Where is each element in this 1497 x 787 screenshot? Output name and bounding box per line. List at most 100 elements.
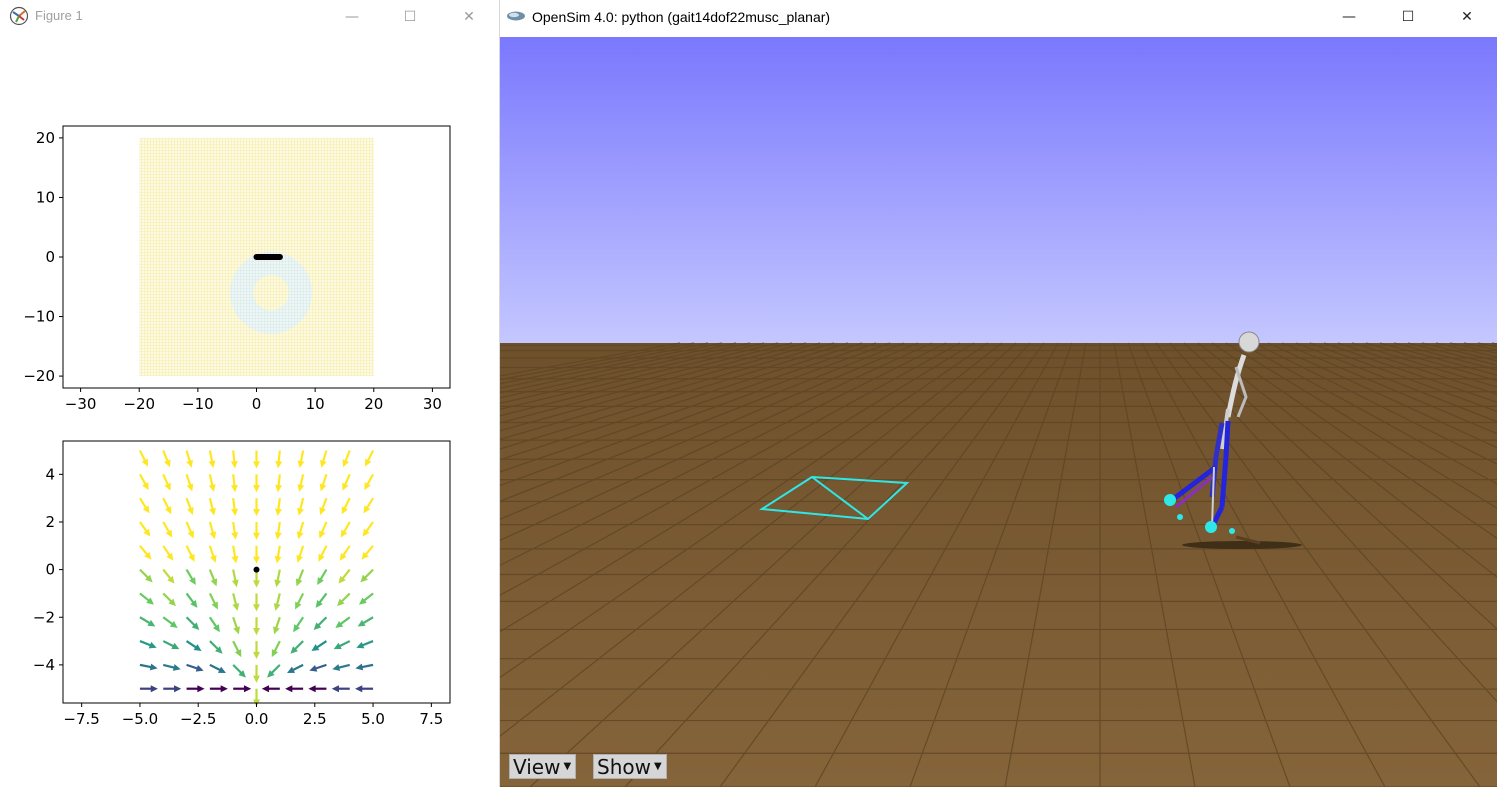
quiver-arrow [208,497,216,516]
quiver-arrow [208,521,217,540]
x-tick-label: 5.0 [361,710,385,728]
quiver-arrow [355,663,374,671]
quiver-arrow [253,593,260,612]
quiver-arrow [274,521,282,540]
quiver-arrow [274,569,282,588]
quiver-arrow [139,640,157,649]
quiver-arrows [138,450,375,707]
close-icon: ✕ [1461,9,1473,25]
quiver-arrow [342,473,351,491]
quiver-arrow [296,521,305,540]
quiver-arrow [185,497,194,516]
minimize-button[interactable]: — [1320,0,1378,34]
quiver-arrow [162,663,181,671]
quiver-arrow [162,473,171,491]
y-tick-label: −4 [33,656,55,674]
quiver-arrow [163,685,182,693]
quiver-arrow [185,545,195,562]
chevron-down-icon: ▼ [563,761,572,772]
y-tick-label: 20 [36,129,55,147]
y-tick-label: 0 [45,248,55,266]
x-tick-label: −5.0 [122,710,158,728]
quiver-arrow [295,569,305,587]
chart-top: −30 −20 −10 0 10 20 30 −20 −10 0 10 20 [23,125,451,413]
opensim-titlebar[interactable]: OpenSim 4.0: python (gait14dof22musc_pla… [500,0,1497,34]
figure-canvas: −30 −20 −10 0 10 20 30 −20−1001020 −7.5 −5.0 −2.… [23,125,451,728]
quiver-arrow [309,663,327,672]
quiver-arrow [139,497,150,514]
x-tick-label: 0.0 [245,710,269,728]
quiver-arrow [253,641,260,660]
sky [500,37,1497,343]
quiver-arrow [162,616,178,629]
quiver-arrow [185,521,195,539]
quiver-arrow [285,685,304,693]
quiver-arrow [311,640,328,652]
show-menu[interactable]: Show ▼ [593,754,667,779]
quiver-arrow [318,521,328,539]
quiver-arrow [275,450,283,469]
x-tick-label: 0 [252,395,262,413]
quiver-arrow [271,640,281,658]
quiver-arrow [362,521,374,537]
quiver-arrow [208,592,218,610]
quiver-arrow [297,474,305,492]
maximize-icon: ☐ [1401,9,1415,25]
x-axis-ticks-top: −30 −20 −10 0 10 20 30 [65,388,442,413]
quiver-arrow [139,663,158,671]
quiver-arrow [273,593,281,611]
quiver-arrow [253,521,260,540]
y-tick-label: 2 [45,513,55,531]
quiver-arrow [317,569,328,586]
chevron-down-icon: ▼ [653,761,662,772]
quiver-arrow [185,640,202,652]
3d-viewport[interactable] [500,37,1497,787]
quiver-arrow [318,545,328,562]
close-button[interactable]: ✕ [1438,0,1496,34]
quiver-arrow [275,474,283,493]
quiver-arrow [138,473,149,491]
quiver-arrow [162,450,171,468]
quiver-arrow [315,592,328,608]
quiver-arrow [186,663,204,672]
quiver-arrow [287,663,304,673]
view-menu[interactable]: View ▼ [509,754,577,779]
quiver-arrow [320,450,328,468]
x-tick-label: −2.5 [180,710,216,728]
chart-bottom: −7.5 −5.0 −2.5 0.0 2.5 5.0 7.5 −4 −2 0 2 4 [33,440,451,728]
quiver-arrow [208,569,218,587]
x-tick-label: −10 [182,395,214,413]
opensim-title: OpenSim 4.0: python (gait14dof22musc_pla… [532,9,831,25]
quiver-arrow [253,474,260,493]
quiver-arrow [208,450,216,469]
scene-canvas[interactable] [500,37,1497,787]
quiver-arrow [363,497,374,514]
quiver-arrow [356,640,374,649]
quiver-arrow [293,616,305,633]
quiver-arrow [162,497,172,515]
quiver-arrow [342,450,351,468]
quiver-arrow [162,521,173,538]
quiver-arrow [231,498,238,517]
y-tick-label: 4 [45,465,55,483]
quiver-arrow [308,685,327,693]
x-tick-label: −30 [65,395,97,413]
quiver-arrow [267,664,281,678]
quiver-arrow [319,473,328,492]
quiver-arrow [231,521,239,540]
quiver-arrow [261,685,280,693]
quiver-arrow [355,685,374,693]
quiver-arrow [332,663,351,671]
quiver-arrow [297,450,305,469]
opensim-icon [507,11,525,21]
quiver-arrow [162,640,180,650]
y-axis-ticks-bottom: −4 −2 0 2 4 [33,465,63,674]
y-tick-label: −20 [23,367,55,385]
quiver-arrow [253,545,260,564]
maximize-button[interactable]: ☐ [1379,0,1437,34]
quiver-arrow [162,568,175,584]
quiver-arrow [275,498,282,517]
quiver-arrow [232,616,240,635]
x-axis-ticks-bottom: −7.5 −5.0 −2.5 0.0 2.5 5.0 7.5 [63,703,443,728]
model-shadow [1182,541,1302,549]
